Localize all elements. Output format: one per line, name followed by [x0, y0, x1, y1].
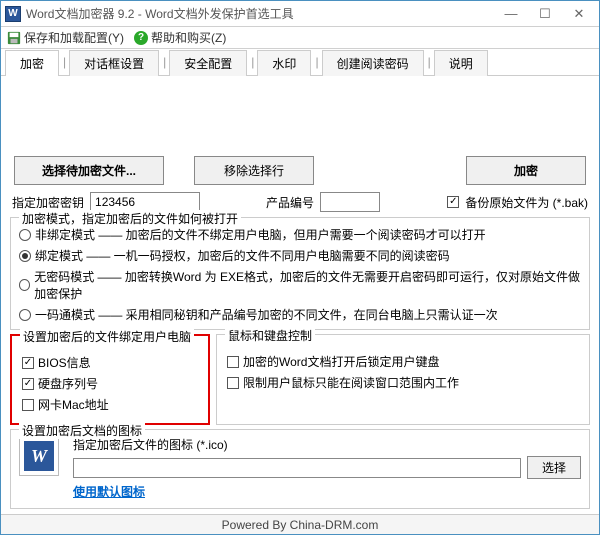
- menu-help-buy[interactable]: ? 帮助和购买(Z): [134, 29, 226, 46]
- binding-group: 设置加密后的文件绑定用户电脑 BIOS信息 硬盘序列号 网卡Mac地址: [10, 334, 210, 425]
- icon-legend: 设置加密后文档的图标: [19, 422, 145, 439]
- select-files-button[interactable]: 选择待加密文件...: [14, 156, 164, 185]
- window-title: Word文档加密器 9.2 - Word文档外发保护首选工具: [26, 5, 501, 22]
- lock-keyboard-checkbox[interactable]: [227, 356, 239, 368]
- titlebar: W Word文档加密器 9.2 - Word文档外发保护首选工具 — ☐ ✕: [1, 1, 599, 27]
- tab-create-password[interactable]: 创建阅读密码: [322, 50, 424, 76]
- tab-content: 选择待加密文件... 移除选择行 加密 指定加密密钥 产品编号 备份原始文件为 …: [1, 75, 599, 514]
- app-icon: W: [5, 6, 21, 22]
- mouse-keyboard-group: 鼠标和键盘控制 加密的Word文档打开后锁定用户键盘 限制用户鼠标只能在阅读窗口…: [216, 334, 590, 425]
- encryption-key-input[interactable]: [90, 192, 200, 212]
- mode-bind-radio[interactable]: [19, 250, 31, 262]
- default-icon-link[interactable]: 使用默认图标: [73, 485, 145, 499]
- tab-security[interactable]: 安全配置: [169, 50, 247, 76]
- encrypt-button[interactable]: 加密: [466, 156, 586, 185]
- bind-legend: 设置加密后的文件绑定用户电脑: [20, 328, 194, 345]
- mouse-legend: 鼠标和键盘控制: [225, 327, 315, 344]
- mode-nonbind-radio[interactable]: [19, 229, 31, 241]
- key-label: 指定加密密钥: [12, 194, 84, 211]
- mode-nopassword-radio[interactable]: [19, 279, 30, 291]
- maximize-button[interactable]: ☐: [535, 5, 555, 23]
- hdd-checkbox[interactable]: [22, 378, 34, 390]
- menubar: 保存和加载配置(Y) ? 帮助和购买(Z): [1, 27, 599, 49]
- tab-watermark[interactable]: 水印: [257, 50, 311, 76]
- bios-checkbox[interactable]: [22, 357, 34, 369]
- menu-save-config[interactable]: 保存和加载配置(Y): [7, 29, 124, 46]
- tab-encrypt[interactable]: 加密: [5, 50, 59, 76]
- encryption-mode-group: 加密模式，指定加密后的文件如何被打开 非绑定模式 —— 加密后的文件不绑定用户电…: [10, 217, 590, 330]
- backup-label: 备份原始文件为 (*.bak): [465, 194, 588, 211]
- mode-onecode-radio[interactable]: [19, 309, 31, 321]
- word-icon-preview: W: [19, 436, 59, 476]
- backup-checkbox[interactable]: [447, 196, 459, 208]
- mode-legend: 加密模式，指定加密后的文件如何被打开: [19, 210, 241, 227]
- tab-bar: 加密| 对话框设置| 安全配置| 水印| 创建阅读密码| 说明: [1, 49, 599, 75]
- browse-icon-button[interactable]: 选择: [527, 456, 581, 479]
- status-bar: Powered By China-DRM.com: [1, 514, 599, 534]
- remove-row-button[interactable]: 移除选择行: [194, 156, 314, 185]
- mac-checkbox[interactable]: [22, 399, 34, 411]
- restrict-mouse-checkbox[interactable]: [227, 377, 239, 389]
- help-icon: ?: [134, 31, 148, 45]
- file-list-area: [4, 79, 596, 152]
- icon-path-input[interactable]: [73, 458, 521, 478]
- icon-group: 设置加密后文档的图标 W 指定加密后文件的图标 (*.ico) 选择 使用默认图…: [10, 429, 590, 509]
- minimize-button[interactable]: —: [501, 5, 521, 23]
- tab-dialog[interactable]: 对话框设置: [69, 50, 159, 76]
- product-number-input[interactable]: [320, 192, 380, 212]
- close-button[interactable]: ✕: [569, 5, 589, 23]
- save-icon: [7, 31, 21, 45]
- product-label: 产品编号: [266, 194, 314, 211]
- tab-instructions[interactable]: 说明: [434, 50, 488, 76]
